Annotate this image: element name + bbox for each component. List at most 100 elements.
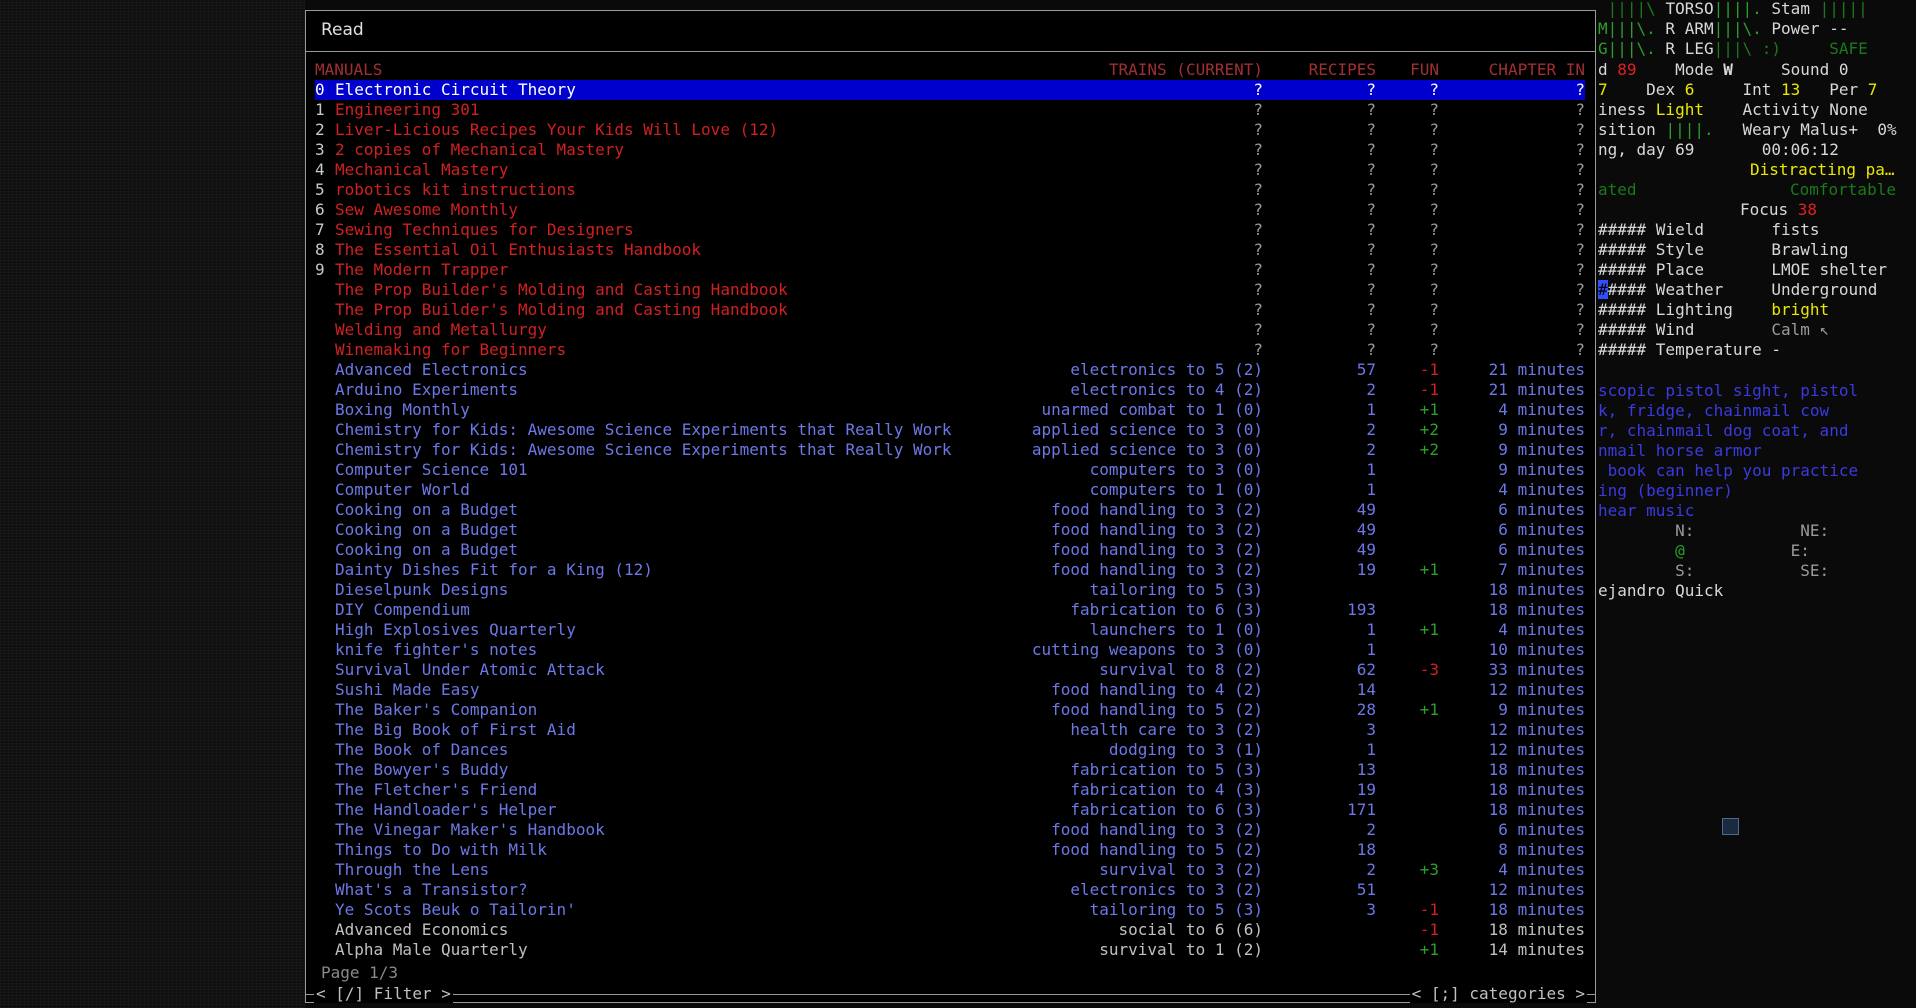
book-fun: ? [1429, 80, 1439, 99]
book-row[interactable]: The Vinegar Maker's Handbook food handlin… [315, 820, 1585, 840]
book-title: Chemistry for Kids: Awesome Science Expe… [335, 440, 952, 459]
book-row[interactable]: Chemistry for Kids: Awesome Science Expe… [315, 420, 1585, 440]
book-title: Survival Under Atomic Attack [335, 660, 605, 679]
book-row[interactable]: The Big Book of First Aid health care to … [315, 720, 1585, 740]
book-fun: ? [1429, 280, 1439, 299]
book-fun: ? [1429, 340, 1439, 359]
categories-button[interactable]: < [;] categories > [1409, 984, 1587, 1003]
book-row[interactable]: The Prop Builder's Molding and Casting H… [315, 300, 1585, 320]
book-trains: ? [1253, 100, 1263, 119]
book-trains: ? [1253, 340, 1263, 359]
book-row[interactable]: Advanced Electronics electronics to 5 (2)… [315, 360, 1585, 380]
book-fun: -1 [1419, 380, 1439, 399]
wind-line: ##### Wind Calm ↖ [1598, 320, 1830, 339]
stats-line: 7 Dex 6 Int 13 Per 7 [1598, 80, 1878, 99]
book-trains: cutting weapons to 3 (0) [1031, 640, 1263, 659]
book-row[interactable]: The Fletcher's Friend fabrication to 4 (3… [315, 780, 1585, 800]
book-row[interactable]: 1 Engineering 301???? [315, 100, 1585, 120]
book-trains: electronics to 4 (2) [1070, 380, 1263, 399]
book-row[interactable]: The Baker's Companion food handling to 5 … [315, 700, 1585, 720]
book-chapter-time: 4 minutes [1498, 480, 1585, 499]
book-row[interactable]: Winemaking for Beginners???? [315, 340, 1585, 360]
book-row[interactable]: 3 2 copies of Mechanical Mastery???? [315, 140, 1585, 160]
book-row[interactable]: Computer World computers to 1 (0) 1 4 minut… [315, 480, 1585, 500]
table-header: MANUALS TRAINS (CURRENT) RECIPES FUN CHA… [315, 60, 1585, 80]
book-chapter-time: 9 minutes [1498, 460, 1585, 479]
book-fun: ? [1429, 180, 1439, 199]
book-row[interactable]: 8 The Essential Oil Enthusiasts Handbook?… [315, 240, 1585, 260]
book-title: Things to Do with Milk [335, 840, 547, 859]
book-fun: +2 [1419, 420, 1439, 439]
book-row[interactable]: High Explosives Quarterly launchers to 1 … [315, 620, 1585, 640]
book-row[interactable]: Welding and Metallurgy???? [315, 320, 1585, 340]
book-recipes: 19 [1356, 780, 1376, 799]
book-row[interactable]: Alpha Male Quarterly survival to 1 (2) +1 1… [315, 940, 1585, 960]
book-recipes: 2 [1366, 860, 1376, 879]
book-chapter-time: 21 minutes [1488, 380, 1585, 399]
book-recipes: ? [1366, 320, 1376, 339]
book-row[interactable]: What's a Transistor? electronics to 3 (2)… [315, 880, 1585, 900]
book-row[interactable]: 4 Mechanical Mastery???? [315, 160, 1585, 180]
book-row[interactable]: Advanced Economics social to 6 (6) -1 18 mi… [315, 920, 1585, 940]
book-row[interactable]: knife fighter's notes cutting weapons to … [315, 640, 1585, 660]
book-row[interactable]: 7 Sewing Techniques for Designers???? [315, 220, 1585, 240]
date-line: ng, day 69 00:06:12 [1598, 140, 1839, 159]
book-fun: ? [1429, 240, 1439, 259]
book-recipes: 1 [1366, 460, 1376, 479]
book-trains: food handling to 3 (2) [1051, 820, 1263, 839]
book-chapter-time: 9 minutes [1498, 440, 1585, 459]
book-row[interactable]: Through the Lens survival to 3 (2) 2 +3 4 mi… [315, 860, 1585, 880]
book-row[interactable]: Cooking on a Budget food handling to 3 (2… [315, 520, 1585, 540]
book-row[interactable]: Arduino Experiments electronics to 4 (2) 2… [315, 380, 1585, 400]
book-trains: survival to 8 (2) [1099, 660, 1263, 679]
book-recipes: 49 [1356, 540, 1376, 559]
book-recipes: ? [1366, 180, 1376, 199]
book-row[interactable]: 5 robotics kit instructions???? [315, 180, 1585, 200]
book-row[interactable]: The Book of Dances dodging to 3 (1) 1 12 mi… [315, 740, 1585, 760]
book-chapter-time: ? [1575, 280, 1585, 299]
book-row[interactable]: Dieselpunk Designs tailoring to 5 (3) 18 m… [315, 580, 1585, 600]
book-index: 9 [315, 260, 325, 279]
focus-line: Focus 38 [1740, 200, 1818, 219]
book-chapter-time: 12 minutes [1488, 880, 1585, 899]
book-row[interactable]: 2 Liver-Licious Recipes Your Kids Will Lo… [315, 120, 1585, 140]
message-log-3: r, chainmail dog coat, and [1598, 421, 1849, 440]
book-row[interactable]: The Prop Builder's Molding and Casting H… [315, 280, 1585, 300]
book-title: Sushi Made Easy [335, 680, 480, 699]
book-row[interactable]: Ye Scots Beuk o Tailorin' tailoring to 5 … [315, 900, 1585, 920]
book-row[interactable]: 0 Electronic Circuit Theory???? [315, 80, 1585, 100]
leg-line: G|||\. R LEG|||\ :) SAFE [1598, 39, 1868, 58]
book-title: What's a Transistor? [335, 880, 528, 899]
book-recipes: 14 [1356, 680, 1376, 699]
book-row[interactable]: The Bowyer's Buddy fabrication to 5 (3) 13… [315, 760, 1585, 780]
book-fun: ? [1429, 260, 1439, 279]
book-row[interactable]: Dainty Dishes Fit for a King (12) food ha… [315, 560, 1585, 580]
place-line: ##### Place LMOE shelter [1598, 260, 1887, 279]
book-row[interactable]: Boxing Monthly unarmed combat to 1 (0) 1 +1… [315, 400, 1585, 420]
book-row[interactable]: DIY Compendium fabrication to 6 (3) 193 18 … [315, 600, 1585, 620]
filter-button[interactable]: < [/] Filter > [314, 984, 453, 1003]
message-log-1: scopic pistol sight, pistol [1598, 381, 1859, 400]
book-row[interactable]: Cooking on a Budget food handling to 3 (2… [315, 540, 1585, 560]
book-row[interactable]: Cooking on a Budget food handling to 3 (2… [315, 500, 1585, 520]
book-recipes: 51 [1356, 880, 1376, 899]
book-row[interactable]: Sushi Made Easy food handling to 4 (2) 14 1… [315, 680, 1585, 700]
book-row[interactable]: Chemistry for Kids: Awesome Science Expe… [315, 440, 1585, 460]
message-log-7: hear music [1598, 501, 1695, 520]
book-row[interactable]: 6 Sew Awesome Monthly???? [315, 200, 1585, 220]
book-title: Advanced Electronics [335, 360, 528, 379]
book-row[interactable]: Survival Under Atomic Attack survival to … [315, 660, 1585, 680]
book-title: Computer Science 101 [335, 460, 528, 479]
book-row[interactable]: Computer Science 101 computers to 3 (0) 1 9… [315, 460, 1585, 480]
book-chapter-time: 18 minutes [1488, 580, 1585, 599]
book-row[interactable]: The Handloader's Helper fabrication to 6 … [315, 800, 1585, 820]
book-fun: +1 [1419, 560, 1439, 579]
book-row[interactable]: Things to Do with Milk food handling to 5… [315, 840, 1585, 860]
book-title: The Big Book of First Aid [335, 720, 576, 739]
book-trains: food handling to 3 (2) [1051, 500, 1263, 519]
book-row[interactable]: 9 The Modern Trapper???? [315, 260, 1585, 280]
book-recipes: 62 [1356, 660, 1376, 679]
book-title: The Bowyer's Buddy [335, 760, 509, 779]
book-chapter-time: ? [1575, 200, 1585, 219]
character-name: ejandro Quick [1598, 581, 1724, 600]
